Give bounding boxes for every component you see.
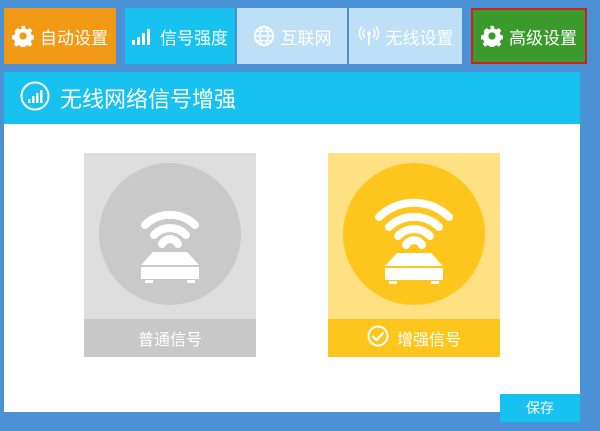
router-wifi-icon [99, 163, 241, 305]
tab-label: 互联网 [280, 28, 332, 49]
tab-label: 高级设置 [509, 28, 577, 49]
tab-signal-strength[interactable]: 信号强度 [125, 8, 235, 64]
enhanced-signal-option[interactable]: 增强信号 [328, 153, 500, 357]
signal-panel: 无线网络信号增强 普通信号 增强信号 [4, 72, 580, 412]
router-wifi-icon [343, 163, 485, 305]
save-button[interactable]: 保存 [500, 394, 580, 422]
tab-advanced-settings[interactable]: 高级设置 [471, 8, 587, 64]
tab-auto-setup[interactable]: 自动设置 [4, 8, 116, 64]
panel-title: 无线网络信号增强 [60, 88, 237, 113]
check-circle-icon [367, 325, 389, 351]
signal-bars-icon [132, 27, 154, 45]
normal-signal-option[interactable]: 普通信号 [84, 153, 256, 357]
gear-icon [481, 25, 503, 47]
globe-icon [253, 25, 275, 47]
signal-bars-circle-icon [20, 81, 50, 115]
option-label-text: 增强信号 [396, 330, 461, 349]
antenna-icon [358, 25, 380, 47]
tab-internet[interactable]: 互联网 [237, 8, 347, 64]
option-label: 增强信号 [328, 319, 500, 357]
option-label-text: 普通信号 [137, 330, 202, 349]
panel-header: 无线网络信号增强 [4, 72, 580, 124]
tab-label: 无线设置 [385, 28, 454, 49]
gear-icon [12, 25, 34, 47]
tab-label: 信号强度 [160, 28, 228, 49]
tab-wireless-settings[interactable]: 无线设置 [349, 8, 462, 64]
option-label: 普通信号 [84, 319, 256, 357]
tab-label: 自动设置 [40, 28, 108, 49]
